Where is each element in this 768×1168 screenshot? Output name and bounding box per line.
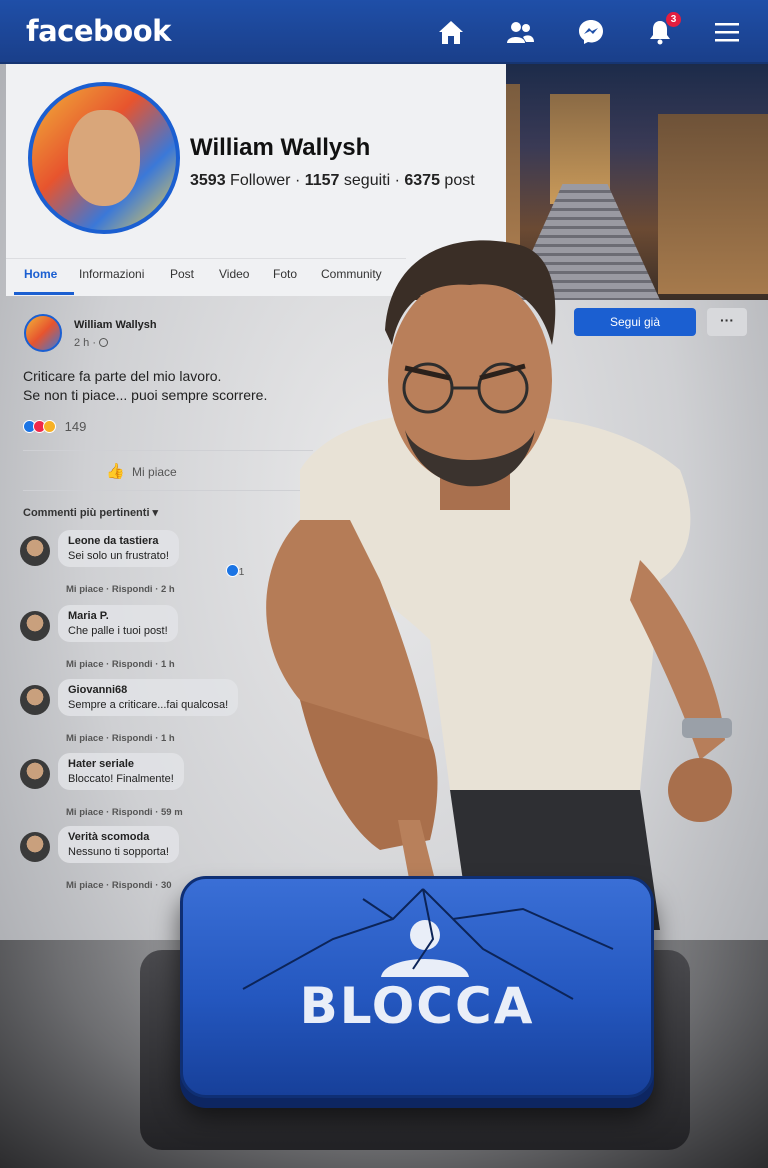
menu-icon[interactable] — [712, 17, 742, 47]
active-tab-indicator — [14, 292, 74, 295]
followers-label: Follower — [230, 172, 291, 189]
post-author-name[interactable]: William Wallysh — [74, 319, 157, 331]
tab-post[interactable]: Post — [170, 267, 194, 281]
comments-sort-dropdown[interactable]: Commenti più pertinenti ▾ — [23, 506, 158, 519]
comment-bubble: Maria P. Che palle i tuoi post! — [58, 605, 178, 642]
friends-icon[interactable] — [505, 17, 535, 47]
comment-text: Bloccato! Finalmente! — [68, 773, 174, 785]
comment-author[interactable]: Verità scomoda — [68, 831, 169, 843]
comment-actions[interactable]: Mi piace · Rispondi · 59 m — [66, 807, 183, 818]
tab-video[interactable]: Video — [219, 267, 249, 281]
post-text: Criticare fa parte del mio lavoro. Se no… — [23, 367, 323, 405]
post-author-avatar[interactable] — [24, 314, 62, 352]
comment-actions[interactable]: Mi piace · Rispondi · 1 h — [66, 733, 175, 744]
comment-author[interactable]: Leone da tastiera — [68, 535, 169, 547]
more-options-button[interactable]: ··· — [707, 308, 747, 336]
post-text-line: Criticare fa parte del mio lavoro. — [23, 368, 222, 384]
profile-name: William Wallysh — [190, 134, 371, 161]
profile-avatar[interactable] — [28, 82, 180, 234]
comment-like-count: 1 — [226, 564, 244, 578]
posts-count: 6375 — [404, 172, 440, 189]
profile-tabs: Home Informazioni Post Video Foto Commun… — [6, 258, 406, 295]
tab-foto[interactable]: Foto — [273, 267, 297, 281]
comment-author[interactable]: Giovanni68 — [68, 684, 228, 696]
comment-text: Che palle i tuoi post! — [68, 625, 168, 637]
comment-bubble: Giovanni68 Sempre a criticare...fai qual… — [58, 679, 239, 716]
comment-avatar[interactable] — [20, 759, 50, 789]
block-button[interactable]: BLOCCA — [180, 876, 654, 1098]
haha-reaction-icon — [43, 420, 56, 433]
comment-actions[interactable]: Mi piace · Rispondi · 30 — [66, 880, 172, 891]
comment-actions[interactable]: Mi piace · Rispondi · 2 h — [66, 584, 175, 595]
crack-lines — [242, 888, 614, 1000]
comment-text: Sei solo un frustrato! — [68, 550, 169, 562]
like-label: Mi piace — [132, 465, 177, 479]
tab-home[interactable]: Home — [24, 267, 57, 281]
comment-bubble: Hater seriale Bloccato! Finalmente! — [58, 753, 184, 790]
comment-like-number: 1 — [238, 567, 245, 578]
comment-text: Sempre a criticare...fai qualcosa! — [68, 699, 229, 711]
comment-avatar[interactable] — [20, 611, 50, 641]
reaction-count: 149 — [64, 419, 87, 434]
profile-stats: 3593 Follower · 1157 seguiti · 6375 post — [190, 172, 475, 190]
comment-bubble: Verità scomoda Nessuno ti sopporta! — [58, 826, 179, 863]
comment-avatar[interactable] — [20, 536, 50, 566]
comment-text: Nessuno ti sopporta! — [68, 846, 169, 858]
followers-count[interactable]: 3593 — [190, 172, 226, 189]
tab-informazioni[interactable]: Informazioni — [79, 267, 144, 281]
home-icon[interactable] — [436, 17, 466, 47]
post-card: William Wallysh 2 h · Criticare fa parte… — [6, 300, 313, 920]
comment-avatar[interactable] — [20, 832, 50, 862]
divider — [23, 490, 313, 491]
facebook-logo[interactable]: facebook — [26, 14, 171, 48]
globe-icon — [99, 338, 109, 347]
like-reaction-icon — [226, 564, 239, 577]
posts-label: post — [444, 172, 475, 189]
comment-bubble: Leone da tastiera Sei solo un frustrato! — [58, 530, 179, 567]
comment-author[interactable]: Maria P. — [68, 610, 168, 622]
post-text-line: Se non ti piace... puoi sempre scorrere. — [23, 387, 268, 403]
following-count[interactable]: 1157 — [305, 172, 340, 189]
comment-actions[interactable]: Mi piace · Rispondi · 1 h — [66, 659, 175, 670]
top-navbar: facebook 3 — [0, 0, 768, 64]
thumbs-up-icon: 👍 — [106, 463, 125, 480]
following-label: seguiti — [343, 172, 391, 189]
notification-badge: 3 — [666, 12, 681, 27]
messenger-icon[interactable] — [576, 17, 606, 47]
comment-author[interactable]: Hater seriale — [68, 758, 174, 770]
reactions-summary[interactable]: 149 — [23, 419, 86, 434]
tab-community[interactable]: Community — [321, 267, 382, 281]
like-button[interactable]: 👍 Mi piace — [106, 462, 177, 480]
divider — [23, 450, 313, 451]
following-button[interactable]: Segui già — [574, 308, 696, 336]
stat-separator: · — [290, 172, 305, 189]
comment-avatar[interactable] — [20, 685, 50, 715]
post-time-text: 2 h · — [74, 337, 100, 349]
stat-separator: · — [390, 172, 405, 189]
post-timestamp: 2 h · — [74, 337, 109, 349]
